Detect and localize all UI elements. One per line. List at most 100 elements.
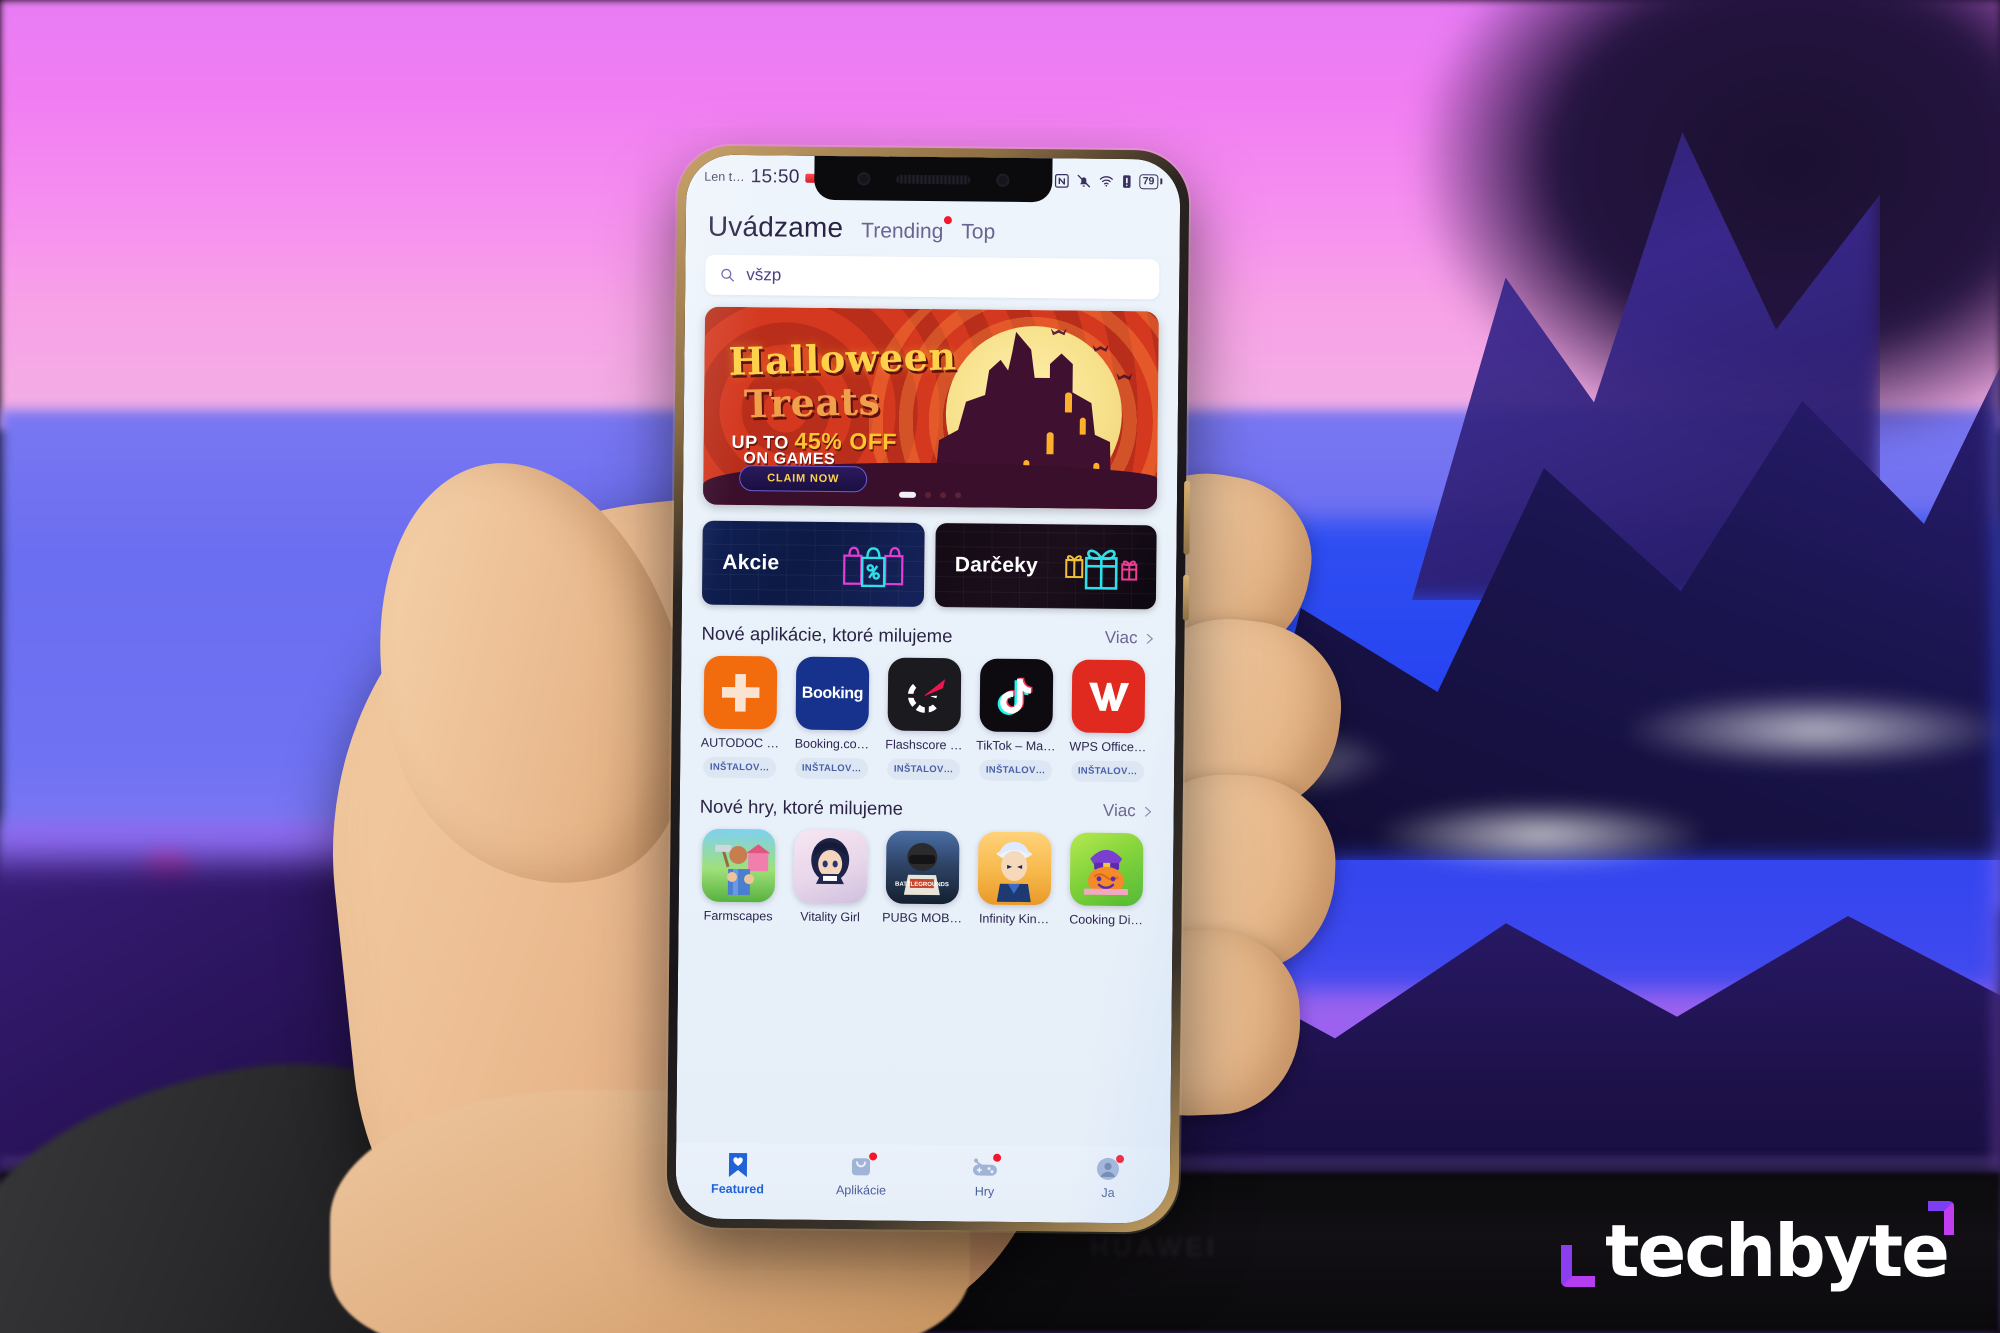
list-item[interactable]: Cooking Di… [1067,832,1147,927]
monitor-brand-text: HUAWEI [1090,1232,1218,1262]
nav-hry-label: Hry [974,1184,995,1199]
search-icon [721,268,734,282]
game-list: Farmscapes Vitality Girl BATTLEGROUNDS P… [699,828,1154,928]
tab-top[interactable]: Top [961,220,995,244]
list-item[interactable]: TikTok – Ma… INŠTALOV… [976,658,1056,782]
pubg-mobile-icon[interactable]: BATTLEGROUNDS [885,830,960,905]
banner-title-line1: Halloween [727,333,957,384]
chevron-right-icon [1144,806,1152,817]
techbyte-watermark: techbyte [1561,1201,1954,1293]
app-name: Flashscore … [885,737,963,753]
nav-badge-dot-icon [869,1152,878,1161]
app-name: TikTok – Ma… [976,738,1056,754]
section-new-games: Nové hry, ktoré milujeme Viac Farmscapes… [699,796,1154,928]
castle-window [1064,392,1073,413]
claim-now-button[interactable]: CLAIM NOW [739,465,868,493]
carousel-dot-3[interactable] [939,492,947,499]
watermark-text: techbyte [1605,1209,1950,1293]
battery-level: 79 [1139,173,1159,189]
nav-item-featured[interactable]: Featured [676,1151,800,1196]
bracket-left-icon [1561,1245,1596,1287]
smartphone: Len t… 15:50 79 Uvádzame Trending Top vš… [666,145,1191,1233]
infinity-kingdom-icon[interactable] [977,831,1052,906]
section-title-apps: Nové aplikácie, ktoré milujeme [701,622,953,647]
app-list: AUTODOC … INŠTALOV… Booking Booking.co… … [700,655,1155,783]
wps-office-icon[interactable] [1071,659,1146,734]
flashscore-icon[interactable] [887,657,962,732]
svg-text:BATTLEGROUNDS: BATTLEGROUNDS [895,882,949,889]
carousel-dot-2[interactable] [925,491,932,499]
game-name: Vitality Girl [800,909,860,925]
tab-trending-label: Trending [861,219,944,244]
gift-boxes-icon [1062,536,1143,598]
nav-badge-dot-icon [1116,1154,1125,1164]
chevron-right-icon [1146,633,1153,644]
section-new-apps: Nové aplikácie, ktoré milujeme Viac AUTO… [700,623,1156,783]
list-item[interactable]: Vitality Girl [791,829,871,925]
list-item[interactable]: Infinity Kin… [975,831,1055,927]
section-header: Nové hry, ktoré milujeme Viac [700,796,1154,823]
install-button[interactable]: INŠTALOV… [1070,760,1145,783]
autodoc-icon[interactable] [703,655,778,730]
carousel-dot-1[interactable] [899,491,917,498]
promo-card-akcie[interactable]: Akcie [701,520,925,607]
display-notch [814,155,1053,203]
tab-trending[interactable]: Trending [861,216,952,244]
bell-muted-icon [1077,174,1091,187]
more-games-link[interactable]: Viac [1103,801,1154,822]
game-name: Farmscapes [703,908,773,924]
install-button[interactable]: INŠTALOV… [978,759,1053,782]
clock: 15:50 [750,166,800,188]
install-button[interactable]: INŠTALOV… [794,757,869,780]
booking-icon[interactable]: Booking [795,656,870,731]
volume-button[interactable] [1182,574,1190,621]
search-input[interactable]: všzp [746,265,781,285]
bookmark-heart-icon [725,1152,751,1178]
app-name: Booking.co… [794,736,870,752]
list-item[interactable]: BATTLEGROUNDS PUBG MOB… [882,830,963,925]
nav-item-ja[interactable]: Ja [1046,1154,1170,1200]
list-item[interactable]: Flashscore … INŠTALOV… [884,657,964,781]
halloween-promo-banner[interactable]: Halloween Treats UP TO 45% OFF ON GAMES … [702,306,1159,510]
app-name: WPS Office… [1069,739,1147,755]
proximity-sensor-icon [996,173,1010,187]
castle-window [1079,417,1086,435]
more-apps-label: Viac [1104,627,1138,648]
install-button[interactable]: INŠTALOV… [886,758,961,781]
farmscapes-icon[interactable] [701,828,776,903]
nfc-icon [1054,173,1069,188]
cooking-diary-icon[interactable] [1069,832,1144,907]
screenshot-scene: HUAWEI Len t… 15:50 79 Uvádzame Trending… [0,0,2000,1333]
more-apps-link[interactable]: Viac [1105,628,1156,649]
vitality-girl-icon[interactable] [793,829,868,904]
list-item[interactable]: AUTODOC … INŠTALOV… [700,655,780,779]
earpiece-speaker-icon [896,174,971,184]
nav-item-hry[interactable]: Hry [923,1153,1047,1199]
game-name: Infinity Kin… [978,911,1050,927]
list-item[interactable]: Booking Booking.co… INŠTALOV… [792,656,872,780]
game-name: Cooking Di… [1069,912,1143,928]
tiktok-icon[interactable] [979,658,1054,733]
power-button[interactable] [1183,480,1191,555]
tab-uvadzame[interactable]: Uvádzame [708,211,844,244]
search-bar[interactable]: všzp [705,254,1160,300]
bracket-right-icon [1928,1201,1954,1235]
banner-carousel-dots[interactable] [899,491,962,499]
appgallery-app: Uvádzame Trending Top všzp Halloween Tre… [675,198,1181,1224]
castle-window [1046,432,1054,455]
nav-ja-label: Ja [1101,1185,1115,1200]
gamepad-icon [972,1153,1001,1180]
battery-icon: 79 [1139,173,1163,189]
nav-aplikacie-label: Aplikácie [835,1183,887,1198]
list-item[interactable]: WPS Office… INŠTALOV… [1068,659,1148,783]
list-item[interactable]: Farmscapes [699,828,779,924]
section-header: Nové aplikácie, ktoré milujeme Viac [701,623,1155,650]
front-camera-icon [857,171,871,185]
tab-bar: Uvádzame Trending Top [686,198,1181,257]
install-button[interactable]: INŠTALOV… [702,756,777,779]
app-name: AUTODOC … [700,735,780,751]
promo-card-darceky[interactable]: Darčeky [934,523,1157,610]
carousel-dot-4[interactable] [954,492,962,499]
banner-title-line2: Treats [743,378,881,427]
nav-item-aplikacie[interactable]: Aplikácie [799,1152,923,1198]
